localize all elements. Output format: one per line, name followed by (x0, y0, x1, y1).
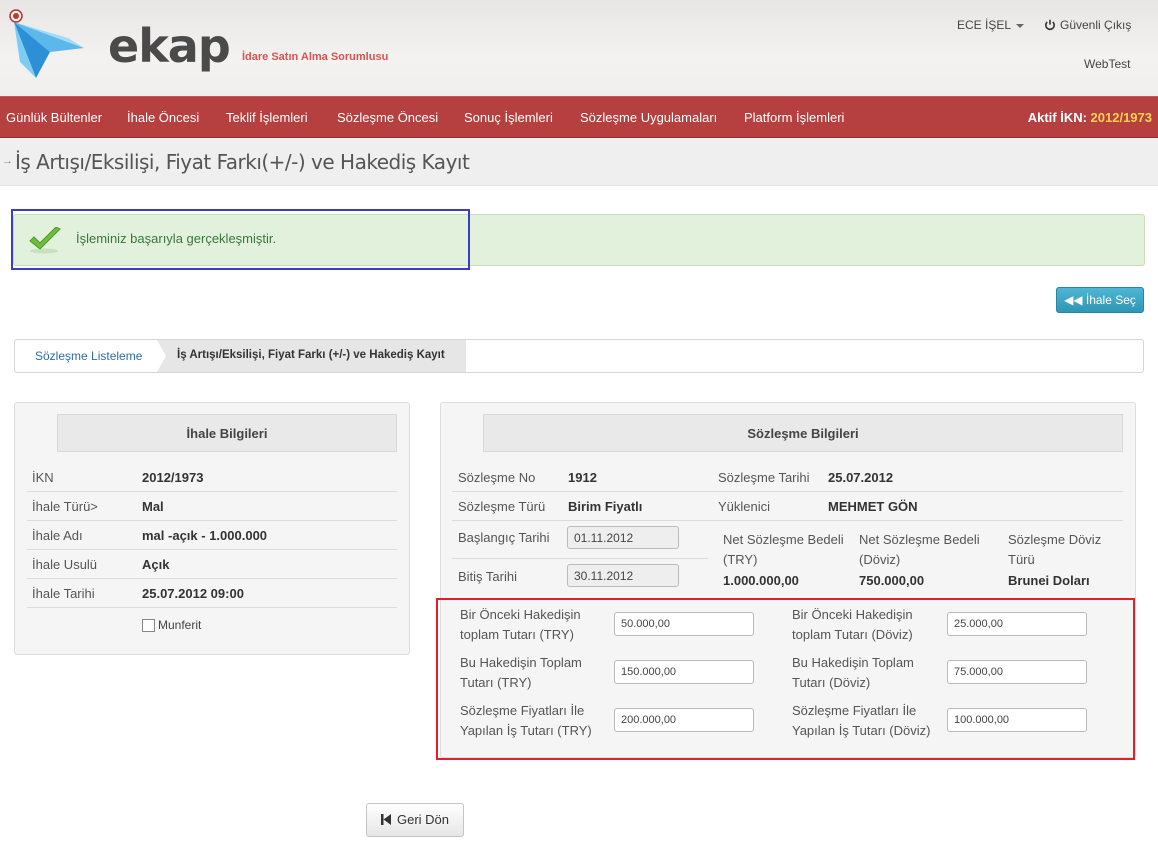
net-try-label: Net Sözleşme Bedeli (TRY) (723, 530, 844, 570)
contract-date-label: Sözleşme Tarihi (718, 470, 810, 485)
contract-type-value: Birim Fiyatlı (568, 499, 643, 514)
breadcrumb-contract-list[interactable]: Sözleşme Listeleme (35, 349, 142, 363)
chevron-down-icon (1016, 23, 1025, 28)
nav-item-pre-tender[interactable]: İhale Öncesi (127, 110, 199, 125)
tender-method-label: İhale Usulü (32, 557, 98, 572)
nav-item-contract-applications[interactable]: Sözleşme Uygulamaları (580, 110, 717, 125)
start-date-label: Başlangıç Tarihi (458, 530, 550, 545)
contract-info-row: Sözleşme No 1912 Sözleşme Tarihi 25.07.2… (452, 463, 1123, 492)
ikn-value: 2012/1973 (142, 470, 204, 485)
header: ekap İdare Satın Alma Sorumlusu ECE İŞEL… (0, 0, 1158, 96)
tender-date-value: 25.07.2012 09:00 (142, 586, 244, 601)
tender-type-label: İhale Türü> (32, 499, 98, 514)
net-fx-label-line1: Net Sözleşme Bedeli (859, 532, 980, 547)
tender-info-row: İhale Adı mal -açık - 1.000.000 (27, 521, 397, 550)
net-try-label-line1: Net Sözleşme Bedeli (723, 532, 844, 547)
active-ikn: Aktif İKN: 2012/1973 (1028, 110, 1152, 125)
tender-info-row: İhale Tarihi 25.07.2012 09:00 (27, 579, 397, 608)
logo-subtitle: İdare Satın Alma Sorumlusu (242, 51, 389, 63)
net-try-value: 1.000.000,00 (723, 573, 799, 588)
contract-info-row: Sözleşme Türü Birim Fiyatlı Yüklenici ME… (452, 492, 1123, 521)
contract-date-value: 25.07.2012 (828, 470, 894, 485)
environment-label: WebTest (1084, 57, 1131, 71)
contract-no-label: Sözleşme No (458, 470, 536, 485)
arrow-right-icon: → (2, 155, 13, 167)
breadcrumb-current: İş Artışı/Eksilişi, Fiyat Farkı (+/-) ve… (157, 340, 466, 372)
ikn-label: İKN (32, 470, 54, 485)
currency-label-line1: Sözleşme Döviz (1008, 532, 1102, 547)
logout-link[interactable]: Güvenli Çıkış (1044, 18, 1131, 32)
end-date-label: Bitiş Tarihi (458, 569, 518, 584)
tender-name-value: mal -açık - 1.000.000 (142, 528, 268, 543)
active-ikn-value: 2012/1973 (1090, 110, 1152, 125)
logout-label: Güvenli Çıkış (1060, 18, 1132, 32)
contractor-value: MEHMET GÖN (828, 499, 918, 514)
nav-item-daily-bulletins[interactable]: Günlük Bültenler (6, 110, 102, 125)
page-title-bar: → İş Artışı/Eksilişi, Fiyat Farkı(+/-) v… (0, 138, 1158, 186)
user-name: ECE İŞEL (957, 18, 1012, 32)
contract-info-heading: Sözleşme Bilgileri (483, 414, 1123, 452)
currency-value: Brunei Doları (1008, 573, 1090, 588)
tender-date-label: İhale Tarihi (32, 586, 95, 601)
nav-item-bid-operations[interactable]: Teklif İşlemleri (226, 110, 308, 125)
net-fx-value: 750.000,00 (859, 573, 925, 588)
double-chevron-left-icon: ◀◀ (1064, 293, 1083, 307)
tender-type-value: Mal (142, 499, 164, 514)
start-date-field: 01.11.2012 (567, 526, 679, 549)
end-date-field: 30.11.2012 (567, 564, 679, 587)
select-tender-label: İhale Seç (1085, 293, 1136, 307)
skip-back-icon (380, 814, 391, 825)
nav-item-pre-contract[interactable]: Sözleşme Öncesi (337, 110, 438, 125)
contract-no-value: 1912 (568, 470, 597, 485)
back-button[interactable]: Geri Dön (366, 803, 464, 837)
currency-label-line2: Türü (1008, 552, 1035, 567)
nav-item-result-operations[interactable]: Sonuç İşlemleri (464, 110, 553, 125)
breadcrumb: Sözleşme Listeleme İş Artışı/Eksilişi, F… (14, 339, 1144, 373)
currency-label: Sözleşme Döviz Türü (1008, 530, 1101, 570)
nav-item-platform-operations[interactable]: Platform İşlemleri (744, 110, 844, 125)
tender-info-heading: İhale Bilgileri (57, 414, 397, 452)
page-title: İş Artışı/Eksilişi, Fiyat Farkı(+/-) ve … (15, 150, 470, 174)
highlight-box-blue (11, 209, 470, 270)
munferit-label: Munferit (158, 618, 202, 632)
tender-method-value: Açık (142, 557, 170, 572)
tender-info-row: İhale Usulü Açık (27, 550, 397, 579)
tender-info-row: İhale Türü> Mal (27, 492, 397, 521)
ekap-logo-icon[interactable] (6, 8, 90, 80)
logo-text[interactable]: ekap (108, 22, 231, 70)
contract-type-label: Sözleşme Türü (458, 499, 546, 514)
breadcrumb-separator (157, 340, 166, 372)
tender-info-row: İKN 2012/1973 (27, 463, 397, 492)
back-label: Geri Dön (396, 812, 450, 827)
user-menu[interactable]: ECE İŞEL (957, 18, 1025, 32)
munferit-checkbox[interactable] (142, 619, 155, 632)
power-icon (1045, 19, 1055, 31)
net-try-label-line2: (TRY) (723, 552, 758, 567)
select-tender-button[interactable]: ◀◀ İhale Seç (1056, 287, 1144, 313)
main-nav: Günlük Bültenler İhale Öncesi Teklif İşl… (0, 96, 1158, 138)
net-fx-label: Net Sözleşme Bedeli (Döviz) (859, 530, 980, 570)
tender-name-label: İhale Adı (32, 528, 83, 543)
active-ikn-label: Aktif İKN: (1027, 110, 1087, 125)
net-fx-label-line2: (Döviz) (859, 552, 901, 567)
contractor-label: Yüklenici (718, 499, 771, 514)
highlight-box-red (436, 598, 1135, 760)
